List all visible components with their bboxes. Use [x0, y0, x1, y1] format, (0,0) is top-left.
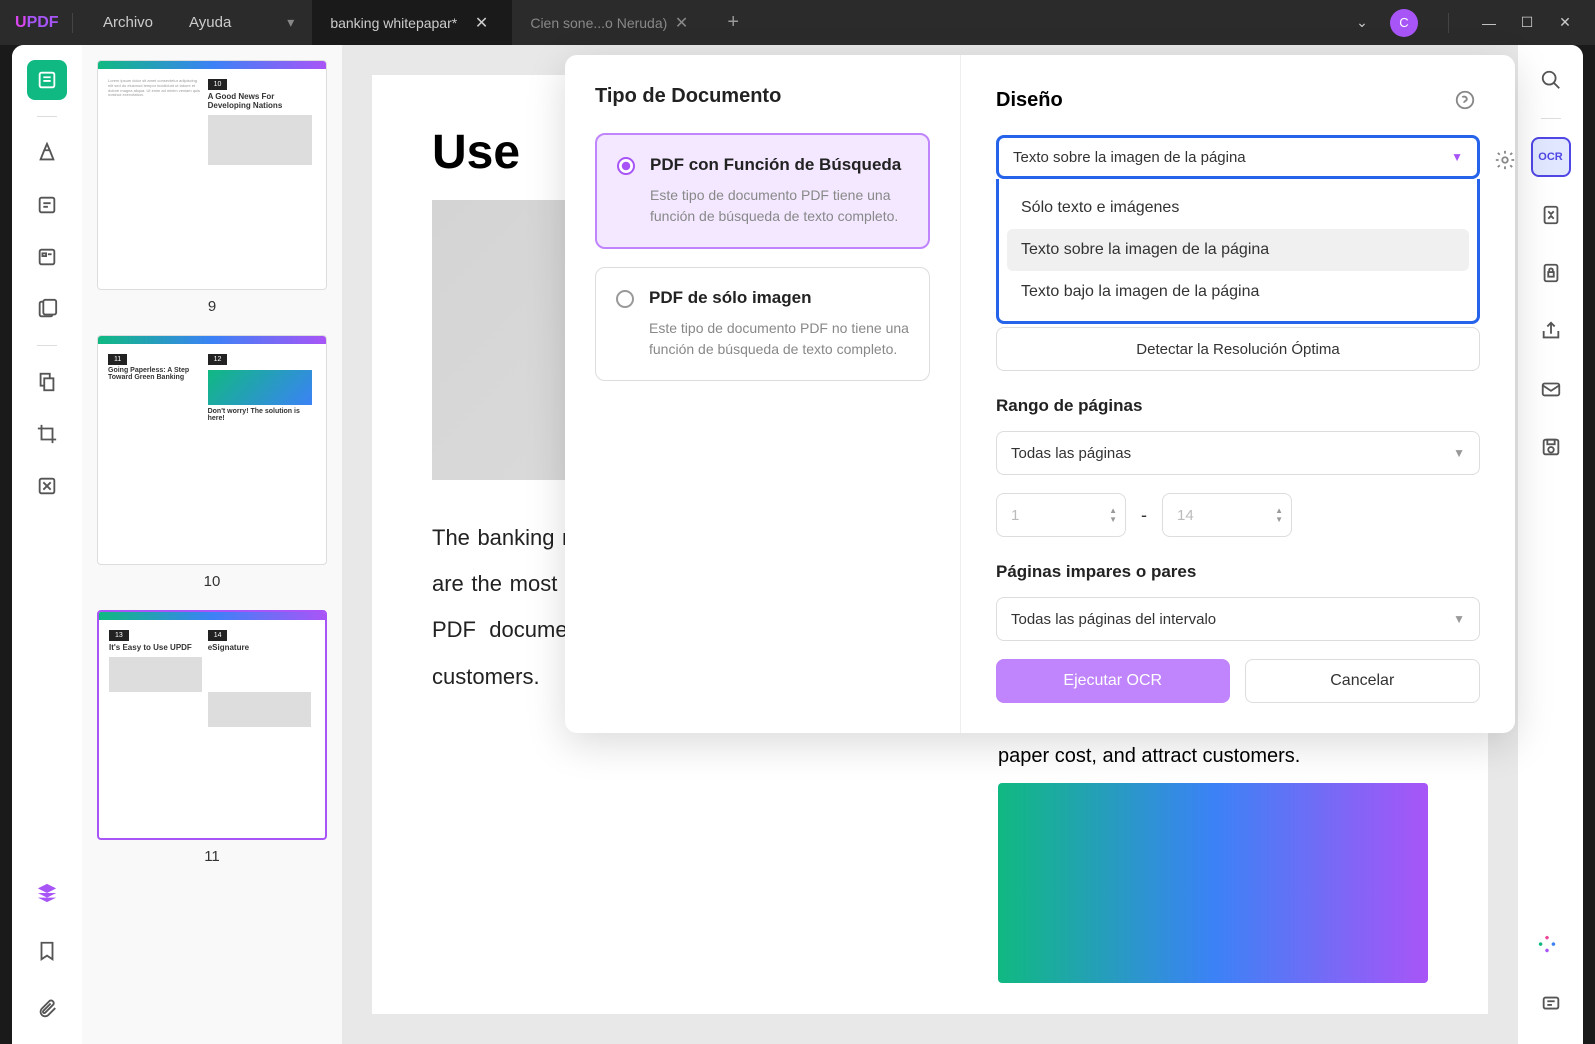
option-description: Este tipo de documento PDF tiene una fun… [650, 185, 908, 227]
divider [1448, 13, 1449, 33]
email-button[interactable] [1531, 369, 1571, 409]
doc-type-title: Tipo de Documento [595, 85, 930, 108]
select-value: Texto sobre la imagen de la página [1013, 149, 1246, 166]
redact-tool[interactable] [27, 466, 67, 506]
select-value: Todas las páginas [1011, 445, 1131, 462]
tab-home[interactable]: ▾ [269, 0, 312, 45]
spinner-down-icon[interactable]: ▼ [1109, 515, 1117, 524]
design-title: Diseño [996, 89, 1450, 112]
tab-bar: ▾ banking whitepapar* ✕ Cien sone...o Ne… [269, 0, 754, 45]
close-icon[interactable]: ✕ [669, 11, 694, 35]
page-number: 11 [97, 848, 327, 865]
action-buttons: Ejecutar OCR Cancelar [996, 659, 1480, 703]
doc-type-image-only[interactable]: PDF de sólo imagen Este tipo de document… [595, 267, 930, 381]
run-ocr-button[interactable]: Ejecutar OCR [996, 659, 1230, 703]
reader-mode-button[interactable] [27, 60, 67, 100]
cancel-button[interactable]: Cancelar [1245, 659, 1481, 703]
doc-image [998, 783, 1428, 983]
spinner-up-icon[interactable]: ▲ [1275, 506, 1283, 515]
divider [72, 13, 73, 33]
layout-select-wrapper: Texto sobre la imagen de la página ▼ Sól… [996, 135, 1480, 179]
page-number: 10 [97, 573, 327, 590]
attachment-button[interactable] [27, 989, 67, 1029]
menu-ayuda[interactable]: Ayuda [171, 14, 249, 31]
ocr-settings-section: Diseño Texto sobre la imagen de la págin… [960, 55, 1515, 733]
page-range-inputs: 1 ▲▼ - 14 ▲▼ [996, 493, 1480, 537]
form-tool[interactable] [27, 237, 67, 277]
titlebar: UPDF Archivo Ayuda ▾ banking whitepapar*… [0, 0, 1595, 45]
dropdown-option-text-over[interactable]: Texto sobre la imagen de la página [1007, 229, 1469, 271]
maximize-button[interactable]: ☐ [1517, 14, 1537, 31]
thumbnail-panel[interactable]: Lorem ipsum dolor sit amet consectetur a… [82, 45, 342, 1044]
ocr-panel: Tipo de Documento PDF con Función de Bús… [565, 55, 1515, 733]
help-icon[interactable] [1450, 85, 1480, 115]
page-parity-select[interactable]: Todas las páginas del intervalo ▼ [996, 597, 1480, 641]
detect-resolution-button[interactable]: Detectar la Resolución Óptima [996, 327, 1480, 371]
range-separator: - [1141, 505, 1147, 526]
spinner-down-icon[interactable]: ▼ [1275, 515, 1283, 524]
edit-tool[interactable] [27, 185, 67, 225]
right-toolbar: OCR [1518, 45, 1583, 1044]
tab-active[interactable]: banking whitepapar* ✕ [312, 0, 512, 45]
dropdown-option-text-under[interactable]: Texto bajo la imagen de la página [1007, 271, 1469, 313]
ocr-button[interactable]: OCR [1531, 137, 1571, 177]
tab-title: banking whitepapar* [330, 15, 457, 31]
gear-icon[interactable] [1490, 145, 1520, 175]
bookmark-button[interactable] [27, 931, 67, 971]
left-toolbar [12, 45, 82, 1044]
radio-icon [616, 290, 634, 308]
tab-inactive[interactable]: Cien sone...o Neruda) ✕ [512, 0, 712, 45]
close-icon[interactable]: ✕ [469, 11, 494, 35]
thumbnail-page-10[interactable]: 11Going Paperless: A Step Toward Green B… [97, 335, 327, 590]
window-controls: ⌄ C — ☐ ✕ [1352, 9, 1595, 37]
doc-type-searchable[interactable]: PDF con Función de Búsqueda Este tipo de… [595, 133, 930, 249]
layout-select[interactable]: Texto sobre la imagen de la página ▼ [996, 135, 1480, 179]
comments-button[interactable] [1531, 984, 1571, 1024]
pages-tool[interactable] [27, 362, 67, 402]
page-range-title: Rango de páginas [996, 396, 1480, 416]
search-button[interactable] [1531, 60, 1571, 100]
page-to-input[interactable]: 14 ▲▼ [1162, 493, 1292, 537]
spinner-up-icon[interactable]: ▲ [1109, 506, 1117, 515]
chevron-down-icon[interactable]: ⌄ [1352, 14, 1372, 31]
radio-icon [617, 157, 635, 175]
new-tab-button[interactable]: + [712, 11, 754, 34]
layers-button[interactable] [27, 873, 67, 913]
page-parity-title: Páginas impares o pares [996, 562, 1480, 582]
dropdown-option-text-images[interactable]: Sólo texto e imágenes [1007, 187, 1469, 229]
page-range-select[interactable]: Todas las páginas ▼ [996, 431, 1480, 475]
menu-archivo[interactable]: Archivo [85, 14, 171, 31]
select-value: Todas las páginas del intervalo [1011, 611, 1216, 628]
convert-button[interactable] [1531, 195, 1571, 235]
layout-dropdown: Sólo texto e imágenes Texto sobre la ima… [996, 179, 1480, 324]
option-description: Este tipo de documento PDF no tiene una … [649, 318, 909, 360]
ocr-doc-type-section: Tipo de Documento PDF con Función de Bús… [565, 55, 960, 733]
save-button[interactable] [1531, 427, 1571, 467]
thumbnail-page-9[interactable]: Lorem ipsum dolor sit amet consectetur a… [97, 60, 327, 315]
chevron-down-icon: ▼ [1453, 446, 1465, 460]
option-label: PDF con Función de Búsqueda [650, 155, 908, 175]
organize-tool[interactable] [27, 289, 67, 329]
highlight-tool[interactable] [27, 133, 67, 173]
tab-title: Cien sone...o Neruda) [530, 15, 667, 31]
share-button[interactable] [1531, 311, 1571, 351]
close-button[interactable]: ✕ [1555, 14, 1575, 31]
ai-assistant-icon[interactable] [1536, 934, 1566, 964]
page-from-input[interactable]: 1 ▲▼ [996, 493, 1126, 537]
app-logo: UPDF [0, 14, 60, 32]
chevron-down-icon: ▼ [1453, 612, 1465, 626]
crop-tool[interactable] [27, 414, 67, 454]
user-avatar[interactable]: C [1390, 9, 1418, 37]
chevron-down-icon: ▼ [1451, 150, 1463, 164]
page-number: 9 [97, 298, 327, 315]
minimize-button[interactable]: — [1479, 15, 1499, 31]
thumbnail-page-11[interactable]: 13It's Easy to Use UPDF14eSignature 11 [97, 610, 327, 865]
option-label: PDF de sólo imagen [649, 288, 909, 308]
doc-caption: paper cost, and attract customers. [998, 745, 1428, 768]
protect-button[interactable] [1531, 253, 1571, 293]
